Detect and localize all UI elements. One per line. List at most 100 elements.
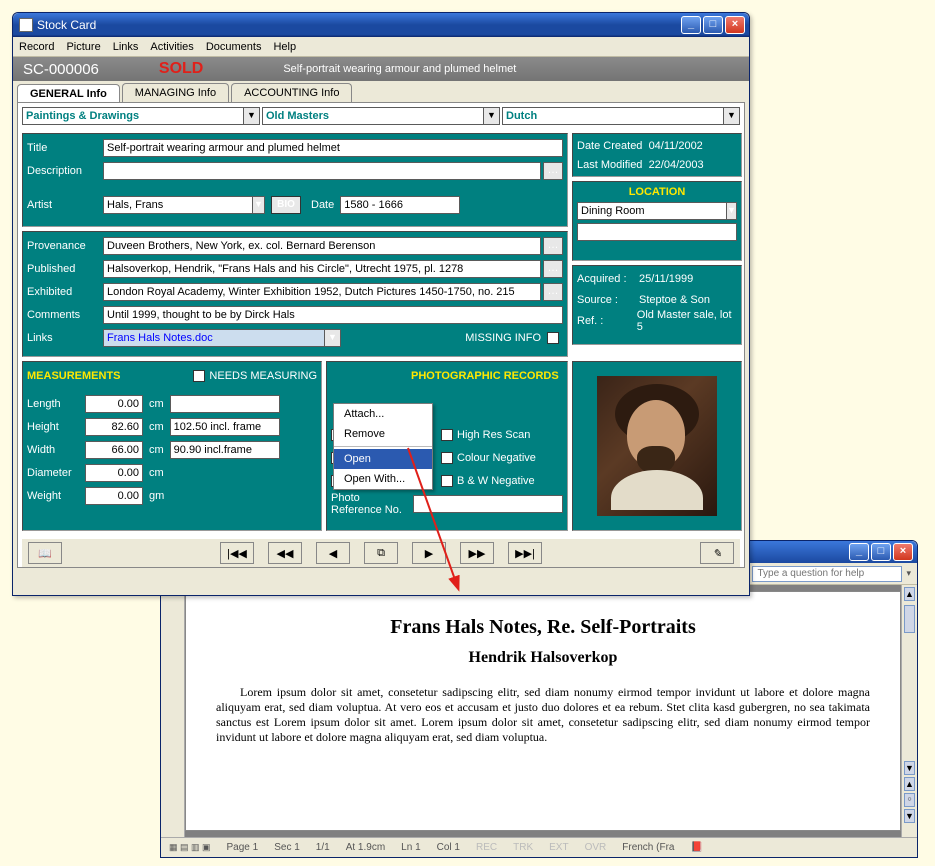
links-input[interactable] [103, 329, 325, 347]
word-maximize-button[interactable]: □ [871, 543, 891, 561]
value-date-modified: 22/04/2003 [649, 159, 704, 171]
word-close-button[interactable]: × [893, 543, 913, 561]
menu-record[interactable]: Record [19, 41, 54, 53]
menu-documents[interactable]: Documents [206, 41, 262, 53]
chevron-down-icon[interactable]: ▼ [484, 107, 500, 125]
missing-info-checkbox[interactable] [547, 332, 559, 344]
title-input[interactable] [103, 139, 563, 157]
spellcheck-icon[interactable]: 📕 [690, 842, 702, 853]
word-minimize-button[interactable]: _ [849, 543, 869, 561]
label-missing-info: MISSING INFO [465, 332, 541, 344]
maximize-button[interactable]: □ [703, 16, 723, 34]
location-input[interactable] [577, 202, 727, 220]
description-input[interactable] [103, 162, 541, 180]
label-width: Width [27, 444, 85, 456]
tab-accounting[interactable]: ACCOUNTING Info [231, 83, 352, 102]
location-combo[interactable]: ▼ [577, 202, 737, 220]
browse-prev-icon[interactable]: ▲ [904, 777, 915, 791]
book-icon[interactable]: 📖 [28, 542, 62, 564]
menu-open[interactable]: Open [334, 449, 432, 469]
scroll-thumb[interactable] [904, 605, 915, 633]
links-context-menu: Attach... Remove Open Open With... [333, 403, 433, 490]
comments-input[interactable] [103, 306, 563, 324]
menu-help[interactable]: Help [273, 41, 296, 53]
photo-ref-input[interactable] [413, 495, 563, 513]
provenance-input[interactable] [103, 237, 541, 255]
bw-neg-checkbox[interactable] [441, 475, 453, 487]
word-help-input[interactable] [752, 566, 902, 582]
browse-next-icon[interactable]: ▼ [904, 809, 915, 823]
menu-links[interactable]: Links [113, 41, 139, 53]
length-input[interactable] [85, 395, 143, 413]
exhibited-more-button[interactable]: … [543, 283, 563, 301]
menu-remove[interactable]: Remove [334, 424, 432, 444]
nav-first-button[interactable]: |◀◀ [220, 542, 254, 564]
category-period-combo[interactable]: ▼ [262, 107, 500, 129]
chevron-down-icon[interactable]: ▼ [727, 202, 737, 220]
label-length: Length [27, 398, 85, 410]
status-col: Col 1 [437, 842, 460, 853]
bio-button[interactable]: BIO [271, 196, 301, 214]
diameter-input[interactable] [85, 464, 143, 482]
menu-open-with[interactable]: Open With... [334, 469, 432, 489]
category-school-combo[interactable]: ▼ [502, 107, 740, 129]
menu-attach[interactable]: Attach... [334, 404, 432, 424]
value-source: Steptoe & Son [639, 294, 710, 306]
published-input[interactable] [103, 260, 541, 278]
nav-prev-page-button[interactable]: ◀◀ [268, 542, 302, 564]
menu-activities[interactable]: Activities [150, 41, 193, 53]
category-type-input[interactable] [22, 107, 244, 125]
weight-input[interactable] [85, 487, 143, 505]
category-type-combo[interactable]: ▼ [22, 107, 260, 129]
record-id: SC-000006 [23, 61, 99, 78]
tabstrip: GENERAL Info MANAGING Info ACCOUNTING In… [17, 83, 747, 102]
location-note-input[interactable] [577, 223, 737, 241]
category-school-input[interactable] [502, 107, 724, 125]
status-lang: French (Fra [622, 842, 674, 853]
needs-measuring-checkbox[interactable] [193, 370, 205, 382]
label-source: Source : [577, 294, 639, 306]
value-ref: Old Master sale, lot 5 [637, 309, 737, 333]
nav-next-page-button[interactable]: ▶▶ [460, 542, 494, 564]
width-input[interactable] [85, 441, 143, 459]
nav-copy-button[interactable]: ⧉ [364, 542, 398, 564]
nav-last-button[interactable]: ▶▶| [508, 542, 542, 564]
chevron-down-icon[interactable]: ▼ [244, 107, 260, 125]
label-comments: Comments [27, 309, 103, 321]
titlebar: Stock Card _ □ × [13, 13, 749, 37]
close-button[interactable]: × [725, 16, 745, 34]
browse-select-icon[interactable]: ○ [904, 793, 915, 807]
heading-location: LOCATION [577, 186, 737, 198]
chevron-down-icon[interactable]: ▼ [724, 107, 740, 125]
record-navbar: 📖 |◀◀ ◀◀ ◀ ⧉ ▶ ▶▶ ▶▶| ✎ [22, 539, 740, 567]
exhibited-input[interactable] [103, 283, 541, 301]
tab-general[interactable]: GENERAL Info [17, 84, 120, 103]
nav-next-button[interactable]: ▶ [412, 542, 446, 564]
word-scrollbar[interactable]: ▲ ▼ ▲ ○ ▼ [901, 585, 917, 837]
signature-icon[interactable]: ✎ [700, 542, 734, 564]
provenance-more-button[interactable]: … [543, 237, 563, 255]
height-input[interactable] [85, 418, 143, 436]
width-note-input[interactable] [170, 441, 280, 459]
links-combo[interactable]: ▼ [103, 329, 341, 347]
category-period-input[interactable] [262, 107, 484, 125]
description-more-button[interactable]: … [543, 162, 563, 180]
colour-neg-checkbox[interactable] [441, 452, 453, 464]
length-note-input[interactable] [170, 395, 280, 413]
tab-managing[interactable]: MANAGING Info [122, 83, 229, 102]
record-title: Self-portrait wearing armour and plumed … [283, 63, 516, 75]
high-res-checkbox-2[interactable] [441, 429, 453, 441]
artist-input[interactable] [103, 196, 253, 214]
artwork-thumbnail[interactable] [597, 376, 717, 516]
height-note-input[interactable] [170, 418, 280, 436]
artist-combo[interactable]: ▼ [103, 196, 265, 214]
chevron-down-icon[interactable]: ▼ [325, 329, 341, 347]
menu-picture[interactable]: Picture [66, 41, 100, 53]
scroll-up-icon[interactable]: ▲ [904, 587, 915, 601]
scroll-down-icon[interactable]: ▼ [904, 761, 915, 775]
date-input[interactable] [340, 196, 460, 214]
nav-prev-button[interactable]: ◀ [316, 542, 350, 564]
minimize-button[interactable]: _ [681, 16, 701, 34]
chevron-down-icon[interactable]: ▼ [253, 196, 265, 214]
published-more-button[interactable]: … [543, 260, 563, 278]
